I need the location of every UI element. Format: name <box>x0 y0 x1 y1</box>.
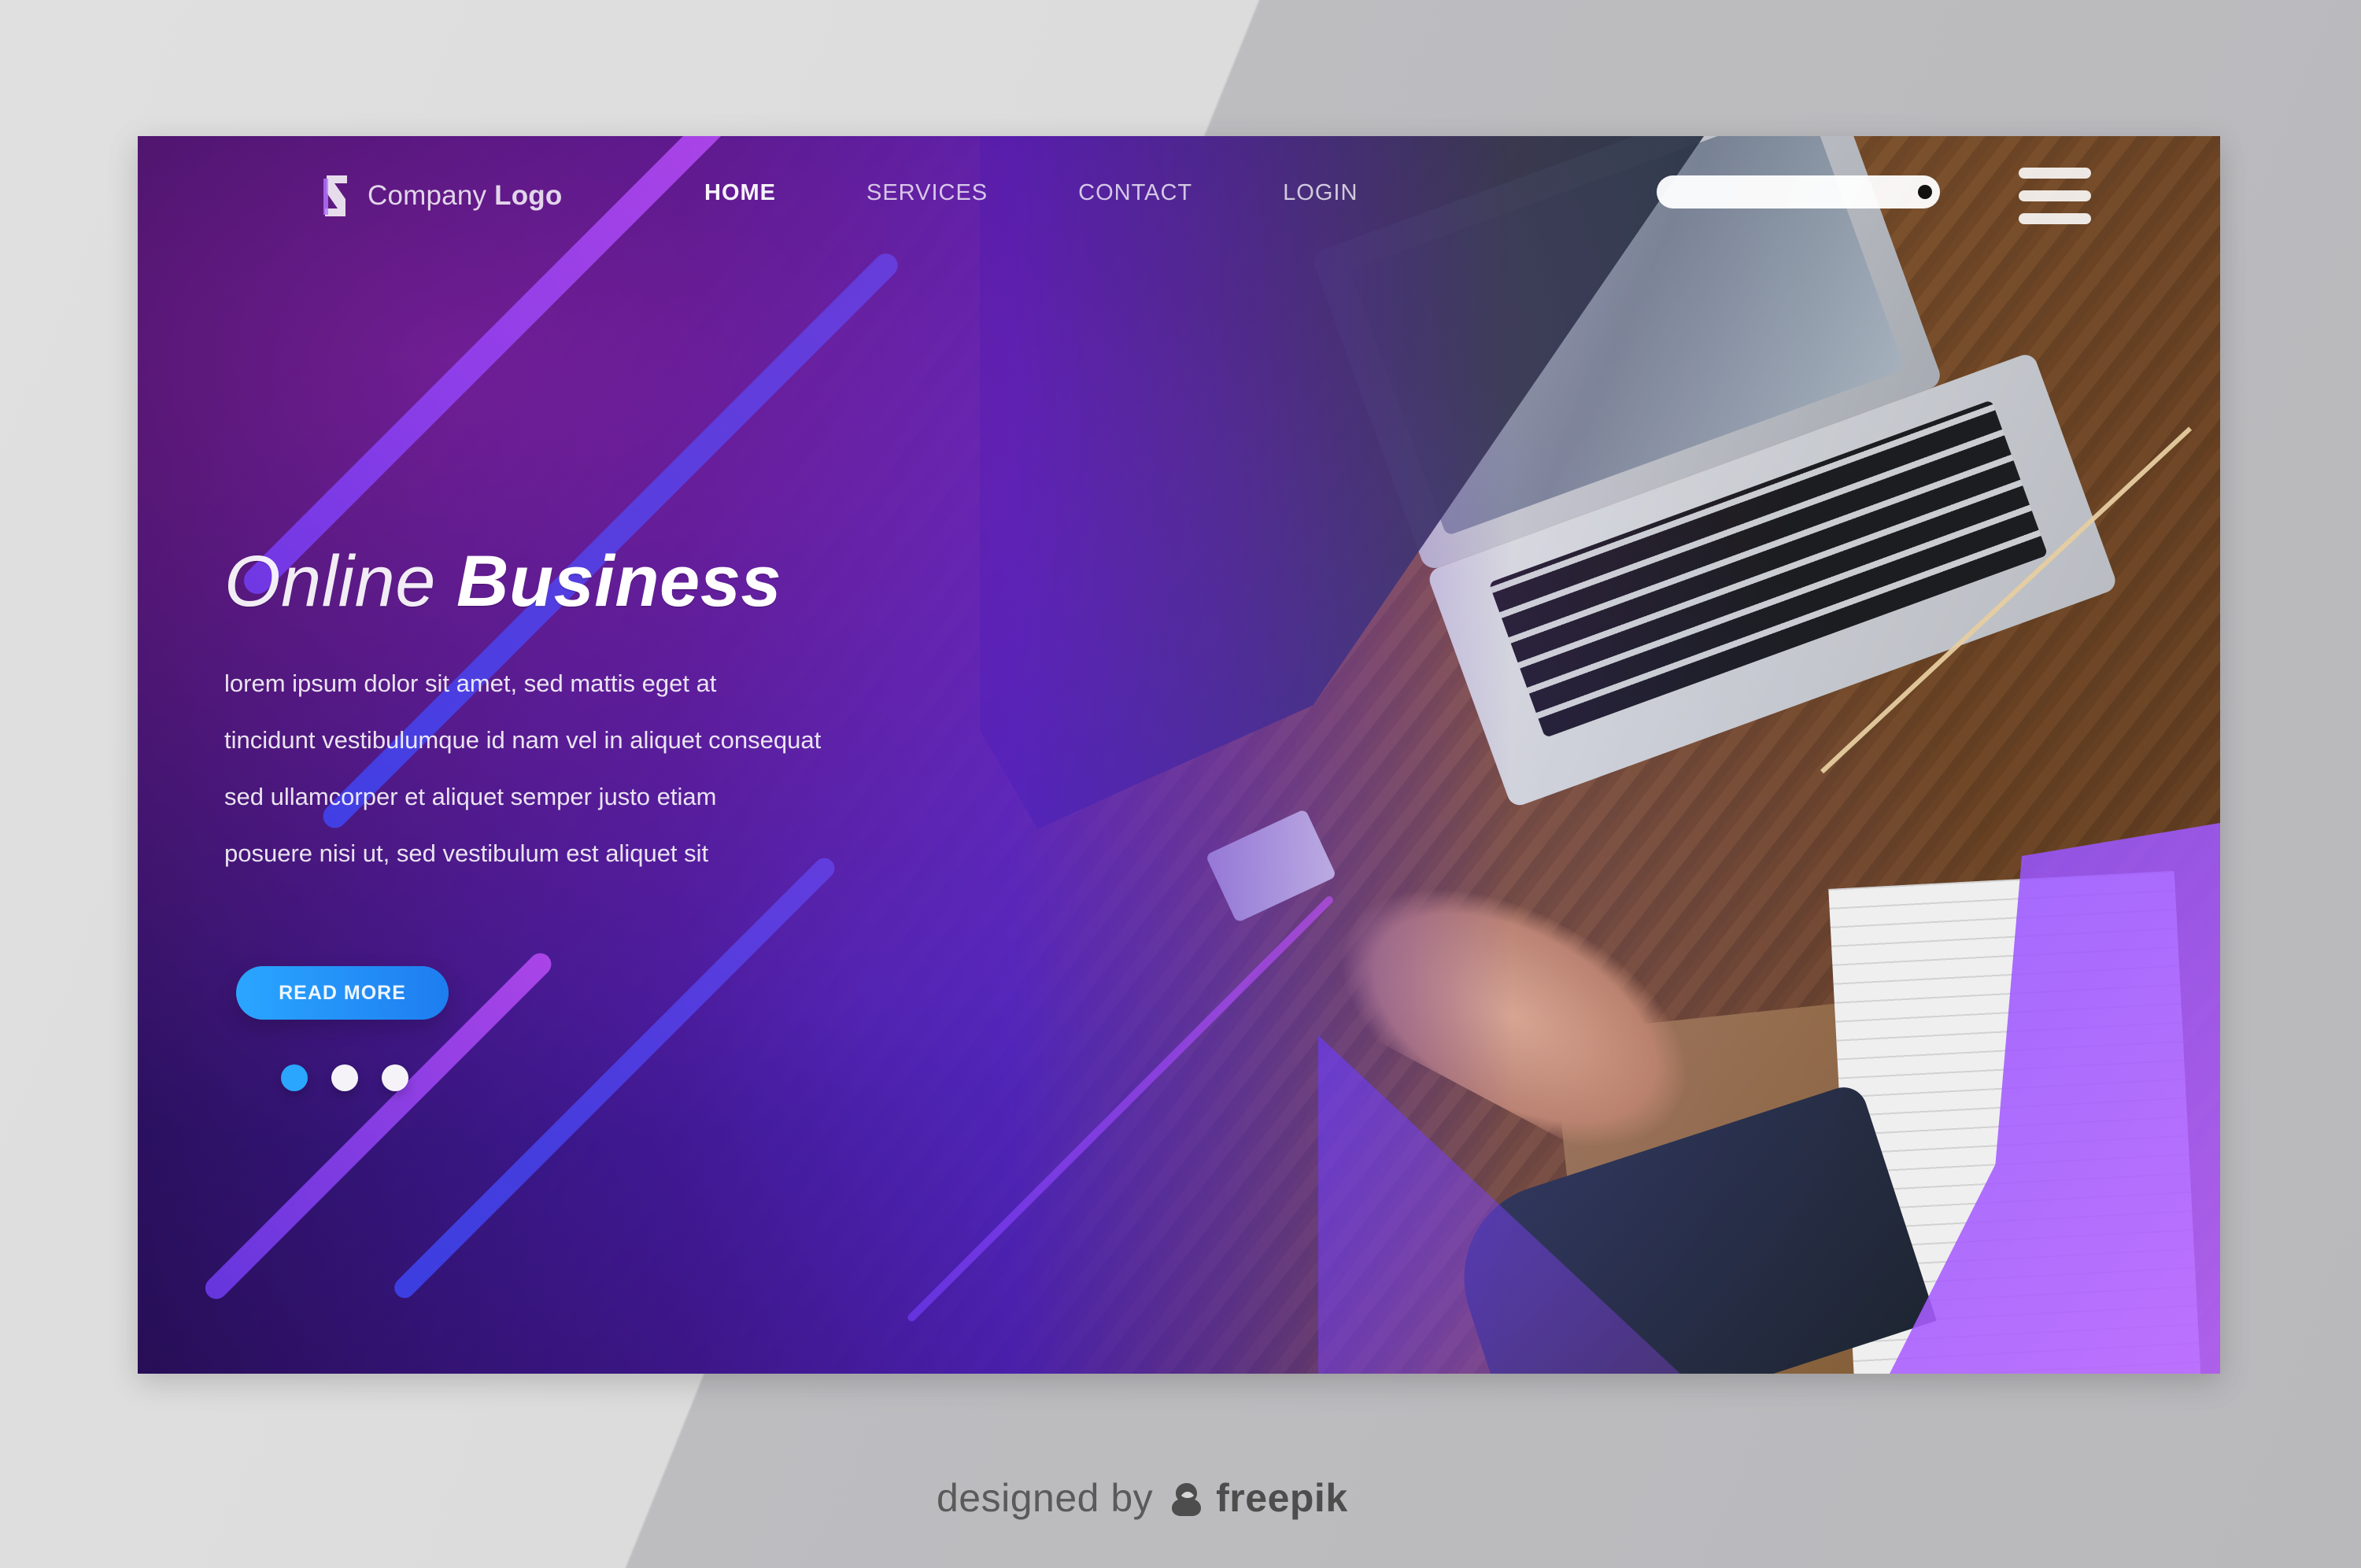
logo-text-prefix: Company <box>368 180 487 211</box>
logo-mark-icon <box>319 171 353 221</box>
watermark-brand-text: freepik <box>1216 1476 1348 1520</box>
hero-title: Online Business <box>224 545 948 618</box>
landing-page-mockup: Company Logo HOME SERVICES CONTACT LOGIN… <box>138 136 2220 1374</box>
nav-item-services[interactable]: SERVICES <box>866 180 988 206</box>
watermark-brand: freepik <box>1167 1475 1347 1521</box>
hero-paragraph-line: tincidunt vestibulumque id nam vel in al… <box>224 726 822 754</box>
logo-text-bold: Logo <box>494 180 563 211</box>
hero-paragraph-line: lorem ipsum dolor sit amet, sed mattis e… <box>224 670 717 697</box>
hamburger-line <box>2019 168 2091 179</box>
nav-item-contact[interactable]: CONTACT <box>1078 180 1192 206</box>
watermark-prefix: designed by <box>937 1476 1154 1520</box>
designed-by-watermark: designed by freepik <box>937 1475 1348 1521</box>
freepik-icon <box>1167 1478 1206 1518</box>
search-input[interactable] <box>1671 181 1910 205</box>
pagination-dot[interactable] <box>281 1064 308 1091</box>
hero-title-light: Online <box>224 541 436 622</box>
nav-item-home[interactable]: HOME <box>704 180 776 206</box>
pagination-dot[interactable] <box>331 1064 358 1091</box>
search-field[interactable] <box>1657 175 1940 208</box>
hamburger-icon[interactable] <box>2019 168 2091 224</box>
nav-item-login[interactable]: LOGIN <box>1283 180 1358 206</box>
hero-paragraph: lorem ipsum dolor sit amet, sed mattis e… <box>224 655 948 882</box>
hamburger-line <box>2019 213 2091 224</box>
nav-items: HOME SERVICES CONTACT LOGIN <box>704 180 1358 206</box>
pagination-dot[interactable] <box>382 1064 408 1091</box>
hamburger-line <box>2019 190 2091 201</box>
read-more-button[interactable]: READ MORE <box>236 966 449 1020</box>
hero-content: Online Business lorem ipsum dolor sit am… <box>224 545 948 882</box>
slider-pagination <box>281 1064 408 1091</box>
company-logo[interactable]: Company Logo <box>319 171 562 221</box>
hero-paragraph-line: posuere nisi ut, sed vestibulum est aliq… <box>224 839 709 867</box>
hero-title-bold: Business <box>456 541 782 622</box>
top-navigation: Company Logo HOME SERVICES CONTACT LOGIN <box>138 136 2220 254</box>
logo-text: Company Logo <box>368 180 562 212</box>
search-icon <box>1918 185 1932 199</box>
hero-paragraph-line: sed ullamcorper et aliquet semper justo … <box>224 783 717 810</box>
